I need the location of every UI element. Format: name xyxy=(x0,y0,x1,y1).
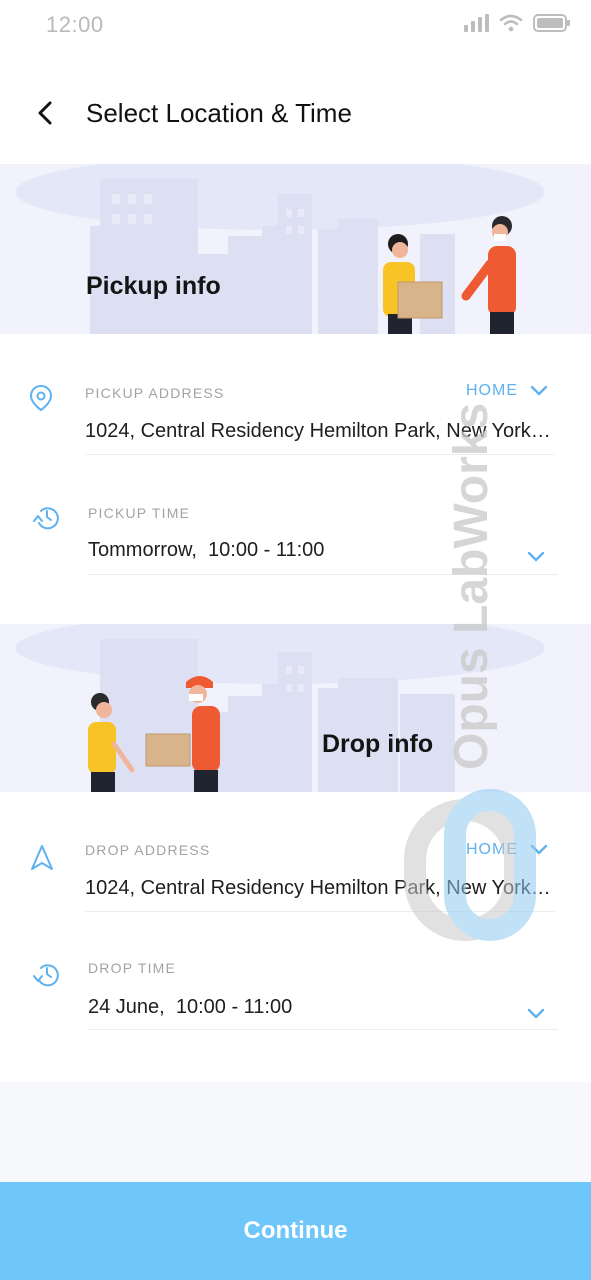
drop-address-field[interactable]: DROP ADDRESS HOME 1024, Central Residenc… xyxy=(0,792,591,916)
wifi-icon xyxy=(499,14,523,32)
city-illustration xyxy=(15,624,545,792)
status-time: 12:00 xyxy=(46,12,104,37)
drop-time-chevron-down-icon[interactable] xyxy=(527,1008,545,1020)
drop-banner: Drop info xyxy=(0,624,591,792)
drop-time-value: 24 June, 10:00 - 11:00 xyxy=(88,996,293,1018)
header: Select Location & Time xyxy=(0,84,591,144)
drop-address-label: DROP ADDRESS xyxy=(85,842,211,858)
status-bar: 12:00 xyxy=(0,0,591,50)
drop-address-type-select[interactable]: HOME xyxy=(466,841,548,859)
chevron-down-icon xyxy=(530,844,548,855)
battery-icon xyxy=(533,14,570,32)
location-pin-icon xyxy=(29,384,53,412)
divider xyxy=(88,574,558,575)
chevron-down-icon xyxy=(530,385,548,396)
pickup-time-label: PICKUP TIME xyxy=(88,505,191,521)
bottom-spacer xyxy=(0,1082,591,1182)
drop-banner-title: Drop info xyxy=(322,730,434,758)
continue-button[interactable]: Continue xyxy=(0,1182,591,1280)
history-clock-icon xyxy=(33,507,59,530)
status-icons xyxy=(463,14,571,32)
drop-address-value: 1024, Central Residency Hemilton Park, N… xyxy=(85,877,551,899)
pickup-address-field[interactable]: PICKUP ADDRESS HOME 1024, Central Reside… xyxy=(0,334,591,459)
back-button[interactable] xyxy=(28,96,62,130)
page-title: Select Location & Time xyxy=(86,98,352,128)
person-red-illustration xyxy=(461,216,516,334)
divider xyxy=(85,911,555,912)
divider xyxy=(88,1029,558,1030)
pickup-address-value: 1024, Central Residency Hemilton Park, N… xyxy=(85,420,551,442)
pickup-time-chevron-down-icon[interactable] xyxy=(527,551,545,563)
pickup-address-type: HOME xyxy=(466,382,518,399)
drop-address-type: HOME xyxy=(466,841,518,858)
navigation-arrow-icon xyxy=(31,845,53,870)
pickup-address-label: PICKUP ADDRESS xyxy=(85,385,225,401)
city-illustration xyxy=(15,164,545,334)
history-clock-icon xyxy=(33,964,59,987)
pickup-time-value: Tommorrow, 10:00 - 11:00 xyxy=(88,539,325,561)
pickup-banner: Pickup info xyxy=(0,164,591,334)
drop-time-label: DROP TIME xyxy=(88,960,177,976)
pickup-address-type-select[interactable]: HOME xyxy=(466,382,548,400)
divider xyxy=(85,454,555,455)
back-arrow-icon xyxy=(38,101,52,125)
pickup-banner-title: Pickup info xyxy=(86,272,221,300)
pickup-time-field[interactable]: PICKUP TIME Tommorrow, 10:00 - 11:00 xyxy=(0,459,591,589)
drop-time-field[interactable]: DROP TIME 24 June, 10:00 - 11:00 xyxy=(0,916,591,1046)
signal-icon xyxy=(464,14,489,32)
